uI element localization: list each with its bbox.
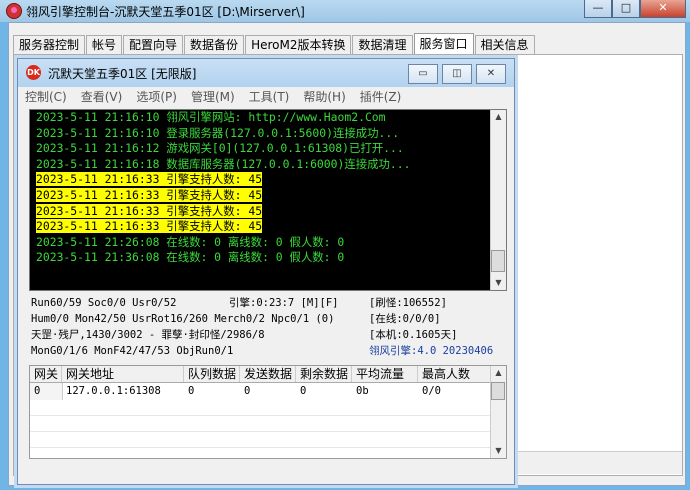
log-text: 2023-5-11 21:16:33 引擎支持人数: 45 — [36, 219, 263, 234]
tab-herom2-convert[interactable]: HeroM2版本转换 — [245, 35, 352, 54]
log-line: 2023-5-11 21:16:33 引擎支持人数: 45 — [30, 172, 506, 188]
table-cell: 0/0 — [422, 385, 441, 397]
tab-data-backup[interactable]: 数据备份 — [184, 35, 245, 54]
child-minimize-button[interactable]: ▭ — [408, 64, 438, 84]
status-monster: 天罡·残尸,1430/3002 - 罪孽·封印怪/2986/8 — [31, 329, 265, 341]
status-run: Run60/59 Soc0/0 Usr0/52 — [31, 297, 177, 309]
table-cell: 0 — [34, 385, 41, 397]
maximize-button[interactable]: □ — [612, 0, 640, 18]
log-text: 2023-5-11 21:16:33 引擎支持人数: 45 — [36, 172, 263, 187]
table-cell: 0 — [244, 385, 251, 397]
log-text: 2023-5-11 21:16:33 引擎支持人数: 45 — [36, 187, 263, 202]
column-header[interactable]: 平均流量 — [352, 366, 418, 382]
child-titlebar[interactable]: DK 沉默天堂五季01区 [无限版] ▭ ◫ ✕ — [18, 59, 514, 87]
child-bottom-strip — [18, 463, 514, 484]
table-scroll-up-arrow-icon[interactable]: ▲ — [491, 366, 506, 380]
menu-view[interactable]: 查看(V) — [74, 87, 130, 107]
log-text: 2023-5-11 21:36:08 在线数: 0 离线数: 0 假人数: 0 — [36, 250, 345, 265]
tab-config-wizard[interactable]: 配置向导 — [123, 35, 184, 54]
table-scroll-thumb[interactable] — [491, 382, 505, 400]
log-line: 2023-5-11 21:16:10 登录服务器(127.0.0.1:5600)… — [30, 126, 506, 142]
scroll-up-arrow-icon[interactable]: ▲ — [491, 110, 506, 124]
status-hum: Hum0/0 Mon42/50 UsrRot16/260 Merch0/2 Np… — [31, 313, 335, 325]
engine-version: 翎风引擎:4.0 20230406 — [369, 345, 494, 357]
service-child-window[interactable]: DK 沉默天堂五季01区 [无限版] ▭ ◫ ✕ 控制(C) 查看(V) 选项(… — [17, 58, 515, 485]
column-header[interactable]: 剩余数据 — [296, 366, 352, 382]
log-line: 2023-5-11 21:16:33 引擎支持人数: 45 — [30, 187, 506, 204]
status-engine-uptime: 引擎:0:23:7 [M][F] — [229, 297, 339, 309]
status-panel: Run60/59 Soc0/0 Usr0/52 引擎:0:23:7 [M][F]… — [31, 295, 507, 359]
log-output[interactable]: 2023-5-11 21:16:10 翎风引擎网站: http://www.Ha… — [29, 109, 507, 291]
log-text: 2023-5-11 21:16:12 游戏网关[0](127.0.0.1:613… — [36, 141, 404, 156]
app-logo-icon — [6, 3, 22, 19]
tab-service-window[interactable]: 服务窗口 — [413, 33, 474, 55]
status-online: [在线:0/0/0] — [369, 313, 441, 325]
table-scrollbar[interactable]: ▲ ▼ — [490, 366, 506, 458]
log-text: 2023-5-11 21:26:08 在线数: 0 离线数: 0 假人数: 0 — [36, 234, 345, 249]
log-scroll-thumb[interactable] — [491, 250, 505, 272]
scroll-down-arrow-icon[interactable]: ▼ — [491, 276, 506, 290]
status-local: [本机:0.1605天] — [369, 329, 458, 341]
window-titlebar[interactable]: 翎风引擎控制台-沉默天堂五季01区 [D:\Mirserver\] — □ ✕ — [0, 0, 690, 22]
close-button[interactable]: ✕ — [640, 0, 686, 18]
tab-account[interactable]: 帐号 — [86, 35, 123, 54]
child-close-button[interactable]: ✕ — [476, 64, 506, 84]
gateway-table-header: 网关 网关地址 队列数据 发送数据 剩余数据 平均流量 最高人数 — [30, 366, 490, 383]
menu-manage[interactable]: 管理(M) — [184, 87, 242, 107]
table-cell: 127.0.0.1:61308 — [66, 385, 161, 397]
table-cell: 0 — [188, 385, 195, 397]
minimize-button[interactable]: — — [584, 0, 612, 18]
tab-server-control[interactable]: 服务器控制 — [13, 35, 86, 54]
status-mong: MonG0/1/6 MonF42/47/53 ObjRun0/1 — [31, 345, 234, 357]
column-header[interactable]: 网关地址 — [62, 366, 184, 382]
tab-data-cleanup[interactable]: 数据清理 — [352, 35, 413, 54]
log-text: 2023-5-11 21:16:33 引擎支持人数: 45 — [36, 203, 263, 218]
status-spawn: [刷怪:106552] — [369, 297, 447, 309]
log-line: 2023-5-11 21:36:08 在线数: 0 离线数: 0 假人数: 0 — [30, 250, 506, 266]
log-line: 2023-5-11 21:16:33 引擎支持人数: 45 — [30, 219, 506, 235]
log-line: 2023-5-11 21:16:33 引擎支持人数: 45 — [30, 203, 506, 220]
child-restore-button[interactable]: ◫ — [442, 64, 472, 84]
menu-bar: 控制(C) 查看(V) 选项(P) 管理(M) 工具(T) 帮助(H) 插件(Z… — [18, 87, 514, 107]
gateway-table[interactable]: 网关 网关地址 队列数据 发送数据 剩余数据 平均流量 最高人数 0 127.0… — [29, 365, 507, 459]
child-window-controls: ▭ ◫ ✕ — [404, 64, 506, 84]
log-text: 2023-5-11 21:16:10 翎风引擎网站: http://www.Ha… — [36, 110, 386, 124]
log-line: 2023-5-11 21:16:10 翎风引擎网站: http://www.Ha… — [30, 110, 506, 126]
dk-logo-icon: DK — [26, 65, 41, 80]
column-header[interactable]: 网关 — [30, 366, 62, 382]
table-row[interactable]: 0 127.0.0.1:61308 0 0 0 0b 0/0 — [30, 383, 490, 399]
child-window-title: 沉默天堂五季01区 [无限版] — [48, 67, 197, 81]
column-header[interactable]: 最高人数 — [418, 366, 490, 382]
menu-control[interactable]: 控制(C) — [18, 87, 74, 107]
column-header[interactable]: 队列数据 — [184, 366, 240, 382]
table-cell: 0 — [300, 385, 307, 397]
column-header[interactable]: 发送数据 — [240, 366, 296, 382]
menu-tools[interactable]: 工具(T) — [242, 87, 297, 107]
log-line: 2023-5-11 21:26:08 在线数: 0 离线数: 0 假人数: 0 — [30, 235, 506, 251]
window-title: 翎风引擎控制台-沉默天堂五季01区 [D:\Mirserver\] — [26, 5, 305, 19]
menu-options[interactable]: 选项(P) — [129, 87, 184, 107]
table-cell: 0b — [356, 385, 369, 397]
tab-related-info[interactable]: 相关信息 — [474, 35, 535, 54]
log-lines: 2023-5-11 21:16:10 翎风引擎网站: http://www.Ha… — [30, 110, 506, 266]
window-controls: — □ ✕ — [584, 0, 686, 18]
log-line: 2023-5-11 21:16:18 数据库服务器(127.0.0.1:6000… — [30, 157, 506, 173]
log-scrollbar[interactable]: ▲ ▼ — [490, 110, 506, 290]
menu-plugins[interactable]: 插件(Z) — [353, 87, 409, 107]
grid-empty-rows — [30, 400, 490, 458]
log-line: 2023-5-11 21:16:12 游戏网关[0](127.0.0.1:613… — [30, 141, 506, 157]
log-text: 2023-5-11 21:16:10 登录服务器(127.0.0.1:5600)… — [36, 125, 400, 140]
table-scroll-down-arrow-icon[interactable]: ▼ — [491, 444, 506, 458]
log-text: 2023-5-11 21:16:18 数据库服务器(127.0.0.1:6000… — [36, 156, 411, 171]
menu-help[interactable]: 帮助(H) — [296, 87, 352, 107]
tab-bar: 服务器控制 帐号 配置向导 数据备份 HeroM2版本转换 数据清理 服务窗口 … — [13, 33, 536, 55]
